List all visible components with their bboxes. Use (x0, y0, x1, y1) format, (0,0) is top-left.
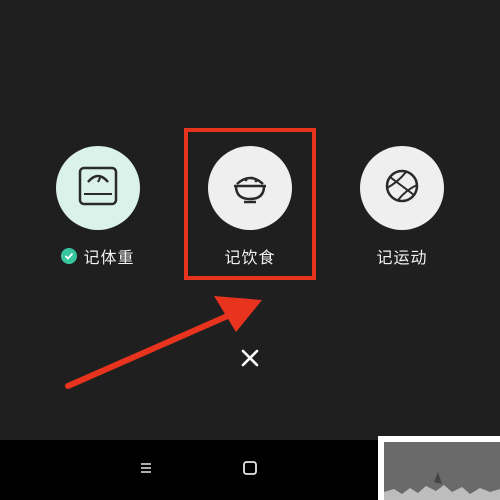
annotation-arrow (65, 296, 262, 389)
quick-record-overlay: 记体重 记饮食 记运动 (0, 0, 500, 500)
thumbnail-image (384, 442, 500, 500)
menu-button[interactable] (134, 458, 158, 482)
close-button[interactable] (238, 348, 262, 372)
menu-icon (138, 460, 154, 480)
home-icon (241, 459, 259, 481)
home-button[interactable] (238, 458, 262, 482)
close-icon (241, 349, 259, 371)
thumbnail-preview (378, 436, 500, 500)
